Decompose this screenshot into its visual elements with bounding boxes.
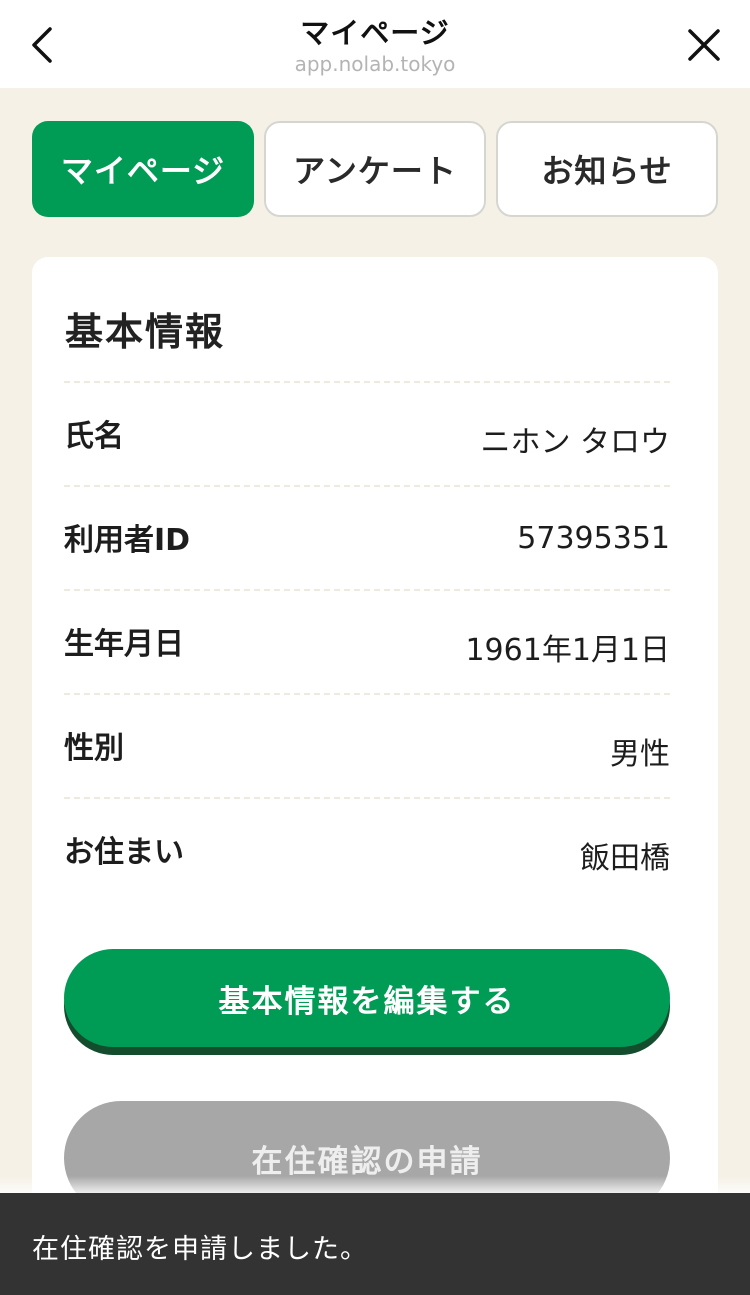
info-label: 利用者ID <box>64 523 191 558</box>
info-row-birthdate: 生年月日 1961年1月1日 <box>64 589 670 693</box>
toast-shadow <box>0 1176 750 1194</box>
info-label: お住まい <box>64 835 184 870</box>
info-row-gender: 性別 男性 <box>64 693 670 797</box>
info-value: 1961年1月1日 <box>465 633 670 668</box>
info-label: 生年月日 <box>64 627 184 662</box>
basic-info-card: 基本情報 氏名 ニホン タロウ 利用者ID 57395351 生年月日 1961… <box>32 257 718 1295</box>
basic-info-title: 基本情報 <box>65 310 226 354</box>
tab-news[interactable]: お知らせ <box>496 121 718 217</box>
tab-bar: マイページ アンケート お知らせ <box>32 121 718 217</box>
info-row-user-id: 利用者ID 57395351 <box>64 485 670 589</box>
info-row-residence: お住まい 飯田橋 <box>64 797 670 901</box>
tab-survey[interactable]: アンケート <box>264 121 486 217</box>
page-url: app.nolab.tokyo <box>294 52 456 76</box>
info-value: 飯田橋 <box>580 841 670 876</box>
toast-message: 在住確認を申請しました。 <box>32 1234 368 1265</box>
info-label: 性別 <box>64 731 124 766</box>
page-title: マイページ <box>300 16 450 50</box>
close-icon <box>688 29 720 61</box>
info-value: 男性 <box>610 737 670 772</box>
info-value: ニホン タロウ <box>480 425 670 460</box>
info-value: 57395351 <box>517 521 670 556</box>
info-row-name: 氏名 ニホン タロウ <box>64 381 670 485</box>
close-button[interactable] <box>682 20 726 70</box>
toast-notification: 在住確認を申請しました。 <box>0 1193 750 1295</box>
header-bar: マイページ app.nolab.tokyo <box>0 0 750 88</box>
my-page-screen: マイページ app.nolab.tokyo マイページ アンケート お知らせ 基… <box>0 0 750 1295</box>
edit-basic-info-button[interactable]: 基本情報を編集する <box>64 949 670 1047</box>
tab-mypage[interactable]: マイページ <box>32 121 254 217</box>
info-label: 氏名 <box>64 419 124 454</box>
